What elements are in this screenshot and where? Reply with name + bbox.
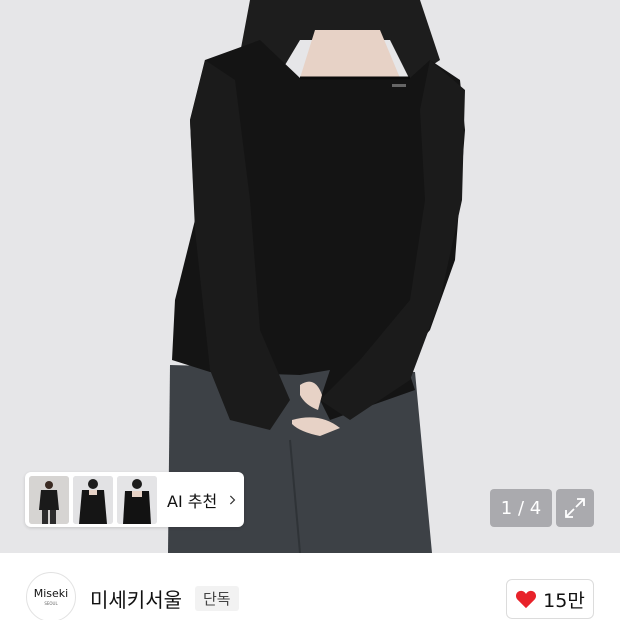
recommend-thumbnail[interactable] xyxy=(73,475,113,524)
ai-recommend-label: AI 추천 xyxy=(167,491,218,511)
recommend-thumbnail[interactable] xyxy=(29,475,69,524)
recommend-thumbnail[interactable] xyxy=(117,475,157,524)
brand-logo[interactable]: Miseki SEOUL xyxy=(26,572,76,620)
ai-recommend-card[interactable]: AI 추천 xyxy=(25,472,244,527)
like-button[interactable]: 15만 xyxy=(506,579,594,619)
product-photo xyxy=(0,0,620,553)
product-image-gallery[interactable]: AI 추천 1 / 4 xyxy=(0,0,620,553)
expand-icon xyxy=(565,498,585,518)
brand-logo-subtext: SEOUL xyxy=(44,601,58,606)
exclusive-badge: 단독 xyxy=(195,586,239,611)
chevron-right-icon xyxy=(230,494,236,505)
ai-recommend-thumbnails xyxy=(29,475,157,524)
expand-image-button[interactable] xyxy=(556,489,594,527)
heart-icon xyxy=(516,590,537,609)
brand-name-link[interactable]: 미세키서울 xyxy=(90,584,182,613)
brand-logo-text: Miseki xyxy=(33,587,69,600)
like-count: 15만 xyxy=(543,589,585,612)
image-page-counter: 1 / 4 xyxy=(490,489,552,527)
